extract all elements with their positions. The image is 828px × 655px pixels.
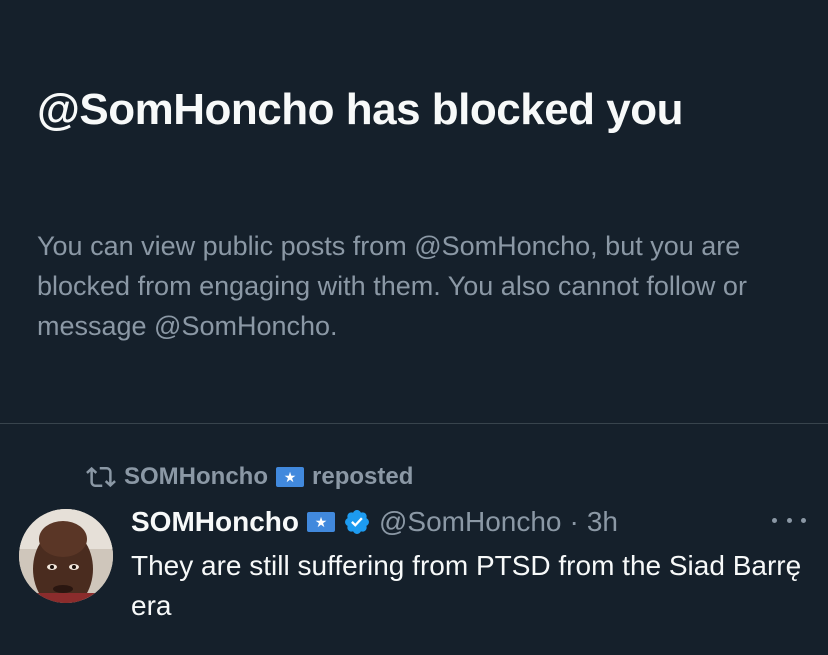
avatar[interactable] (19, 509, 113, 603)
blocked-title: @SomHoncho has blocked you (37, 85, 684, 134)
somalia-flag-icon: ★ (307, 512, 335, 532)
repost-label: reposted (312, 463, 414, 490)
repost-indicator[interactable]: SOMHoncho ★ reposted (86, 461, 413, 493)
blocked-description: You can view public posts from @SomHonch… (37, 231, 747, 341)
separator-dot: · (569, 506, 579, 537)
avatar-image (19, 509, 113, 603)
somalia-flag-icon: ★ (276, 467, 304, 487)
author-name[interactable]: SOMHoncho (131, 506, 299, 538)
repost-user-name[interactable]: SOMHoncho (124, 463, 268, 491)
timestamp[interactable]: 3h (587, 506, 618, 538)
blocked-notice: @SomHoncho has blocked you You can view … (0, 0, 828, 424)
verified-badge-icon[interactable] (343, 508, 371, 536)
tweet[interactable]: SOMHoncho ★ reposted SOMHoncho ★ @SomHon… (0, 424, 828, 655)
tweet-header: SOMHoncho ★ @SomHoncho · 3h (131, 502, 618, 542)
author-handle[interactable]: @SomHoncho (379, 506, 562, 538)
repost-icon (86, 466, 116, 488)
tweet-text: They are still suffering from PTSD from … (131, 550, 802, 621)
more-options-icon[interactable] (772, 510, 806, 530)
